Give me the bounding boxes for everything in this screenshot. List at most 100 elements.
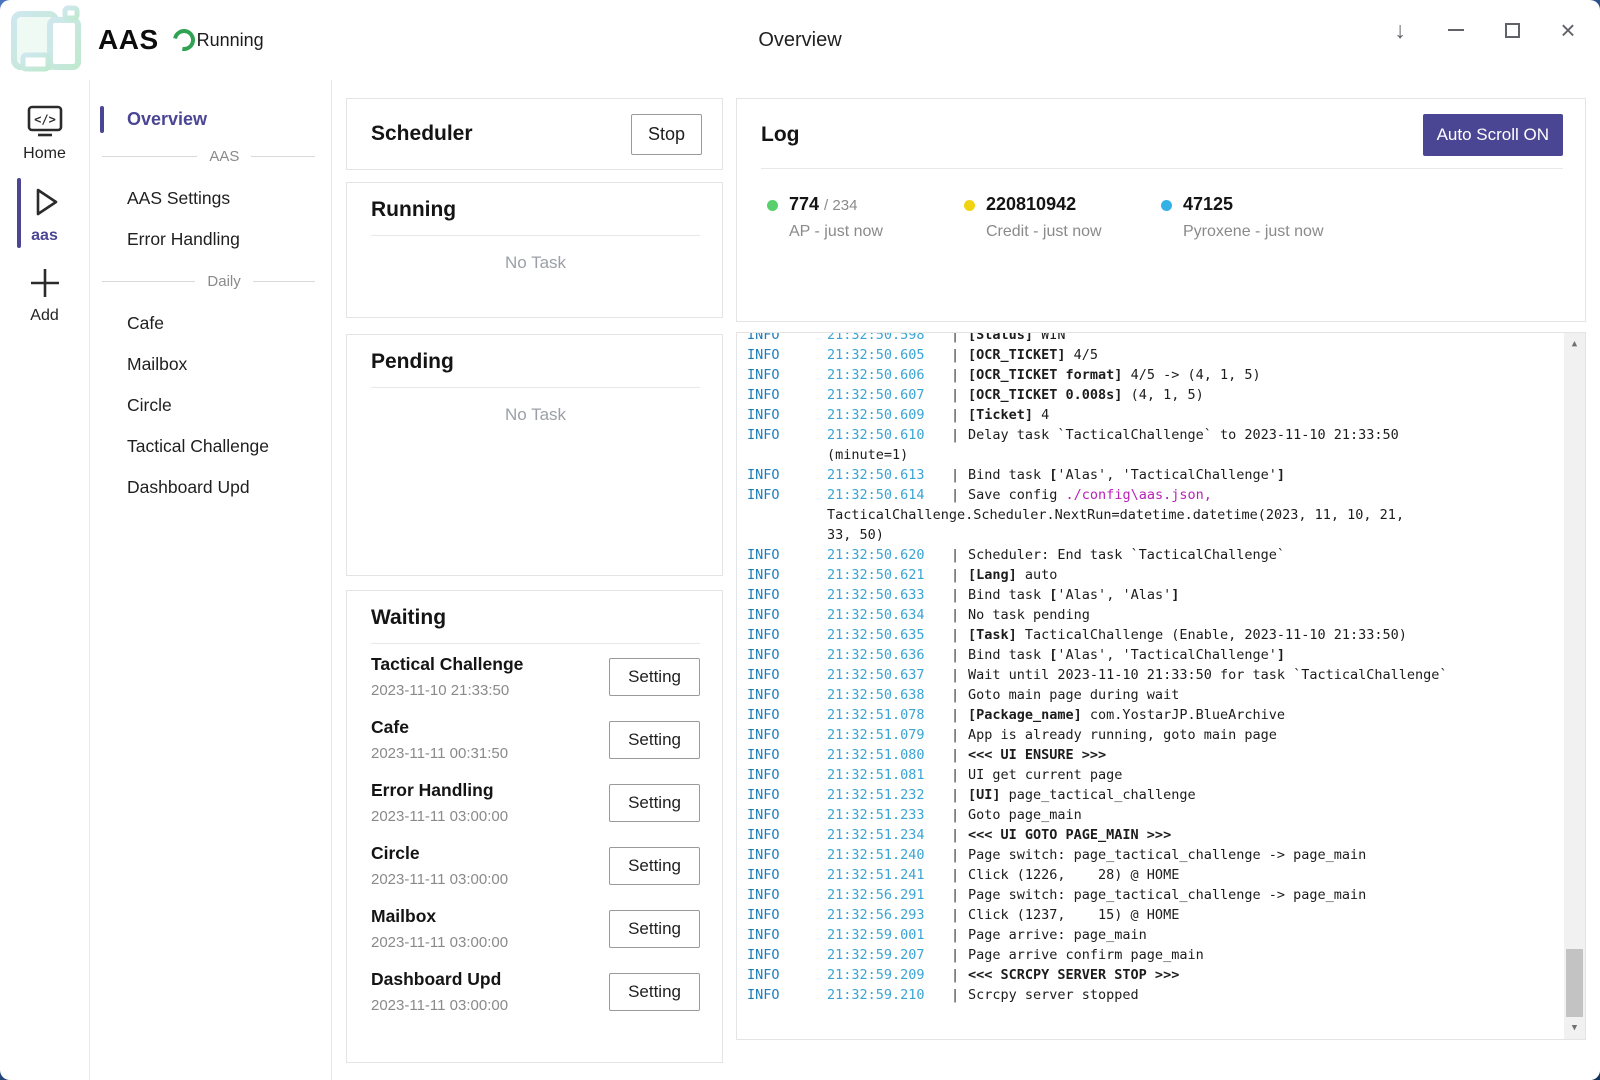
log-card: Log Auto Scroll ON 774/ 234 AP - just no…	[736, 98, 1586, 322]
running-empty-text: No Task	[371, 253, 700, 273]
credit-dot-icon	[964, 200, 975, 211]
waiting-task-row: Cafe 2023-11-11 00:31:50 Setting	[371, 707, 700, 770]
waiting-task-info: Cafe 2023-11-11 00:31:50	[371, 717, 508, 762]
log-line: INFO21:32:50.605|[OCR_TICKET] 4/5	[747, 345, 1551, 365]
brand: AAS Running	[0, 5, 264, 75]
waiting-task-name: Tactical Challenge	[371, 654, 523, 675]
rail-label-aas: aas	[31, 227, 58, 245]
log-scrollbar[interactable]: ▲ ▼	[1564, 333, 1585, 1039]
log-line: INFO21:32:59.209|<<< SCRCPY SERVER STOP …	[747, 965, 1551, 985]
waiting-task-setting-button[interactable]: Setting	[609, 721, 700, 759]
scroll-down-icon[interactable]: ▼	[1564, 1019, 1585, 1037]
log-line: INFO21:32:59.001|Page arrive: page_main	[747, 925, 1551, 945]
scrollbar-thumb[interactable]	[1566, 949, 1583, 1017]
log-line: TacticalChallenge.Scheduler.NextRun=date…	[747, 505, 1551, 525]
log-line: INFO21:32:50.634|No task pending	[747, 605, 1551, 625]
close-button[interactable]: ×	[1552, 14, 1584, 46]
waiting-task-row: Mailbox 2023-11-11 03:00:00 Setting	[371, 896, 700, 959]
log-column: Log Auto Scroll ON 774/ 234 AP - just no…	[736, 98, 1586, 1063]
svg-text:</>: </>	[34, 113, 56, 127]
log-line: INFO21:32:50.614|Save config ./config\aa…	[747, 485, 1551, 505]
scheduler-status: Running	[197, 30, 264, 51]
running-card: Running No Task	[346, 182, 723, 318]
log-line: INFO21:32:50.613|Bind task ['Alas', 'Tac…	[747, 465, 1551, 485]
active-indicator	[100, 106, 104, 133]
stat-ap-value: 774	[789, 194, 819, 214]
rail-label-home: Home	[23, 145, 66, 163]
pending-empty-text: No Task	[371, 405, 700, 425]
log-line: INFO21:32:56.293|Click (1237, 15) @ HOME	[747, 905, 1551, 925]
minimize-button[interactable]	[1440, 14, 1472, 46]
running-spinner-icon	[168, 25, 199, 56]
sidebar-item[interactable]: Error Handling	[90, 219, 331, 260]
auto-scroll-toggle[interactable]: Auto Scroll ON	[1423, 114, 1563, 156]
waiting-task-setting-button[interactable]: Setting	[609, 973, 700, 1011]
sidebar-section-aas: AAS	[102, 148, 315, 165]
stat-ap-suffix: / 234	[824, 197, 857, 214]
rail-label-add: Add	[30, 307, 58, 325]
waiting-task-setting-button[interactable]: Setting	[609, 784, 700, 822]
log-title: Log	[761, 123, 799, 147]
sidebar-item[interactable]: Dashboard Upd	[90, 467, 331, 508]
waiting-task-info: Dashboard Upd 2023-11-11 03:00:00	[371, 969, 508, 1014]
sidebar-item-label: Overview	[127, 109, 207, 129]
hide-window-button[interactable]: ↓	[1384, 14, 1416, 46]
content: Scheduler Stop Running No Task Pending N…	[332, 80, 1600, 1080]
stat-credit-value: 220810942	[986, 194, 1076, 214]
sidebar-item[interactable]: AAS Settings	[90, 178, 331, 219]
log-line: INFO21:32:50.598|[Status] WIN	[747, 332, 1551, 345]
waiting-task-setting-button[interactable]: Setting	[609, 658, 700, 696]
log-line: INFO21:32:51.081|UI get current page	[747, 765, 1551, 785]
sidebar-item[interactable]: Circle	[90, 385, 331, 426]
waiting-task-name: Mailbox	[371, 906, 508, 927]
log-line: INFO21:32:51.232|[UI] page_tactical_chal…	[747, 785, 1551, 805]
waiting-task-next-run: 2023-11-11 00:31:50	[371, 745, 508, 762]
rail-item-aas[interactable]: aas	[0, 172, 89, 254]
app-window: AAS Running Overview ↓ × </> Home	[0, 0, 1600, 1080]
nav-rail: </> Home aas Add	[0, 80, 90, 1080]
waiting-task-row: Error Handling 2023-11-11 03:00:00 Setti…	[371, 770, 700, 833]
waiting-task-setting-button[interactable]: Setting	[609, 847, 700, 885]
waiting-task-name: Circle	[371, 843, 508, 864]
arrow-down-icon: ↓	[1394, 19, 1406, 42]
waiting-task-row: Tactical Challenge 2023-11-10 21:33:50 S…	[371, 644, 700, 707]
sidebar-item[interactable]: Mailbox	[90, 344, 331, 385]
divider-line	[102, 281, 195, 282]
maximize-button[interactable]	[1496, 14, 1528, 46]
log-lines: INFO21:32:50.598|[Status] WININFO21:32:5…	[737, 332, 1585, 1005]
log-line: (minute=1)	[747, 445, 1551, 465]
waiting-task-name: Error Handling	[371, 780, 508, 801]
waiting-task-next-run: 2023-11-10 21:33:50	[371, 682, 523, 699]
log-line: INFO21:32:50.606|[OCR_TICKET format] 4/5…	[747, 365, 1551, 385]
scheduler-title: Scheduler	[371, 122, 473, 146]
waiting-card: Waiting Tactical Challenge 2023-11-10 21…	[346, 590, 723, 1063]
window-controls: ↓ ×	[1384, 14, 1584, 46]
sidebar-section-label: Daily	[207, 273, 240, 290]
sidebar-aas-items: AAS Settings Error Handling	[90, 178, 331, 260]
rail-item-home[interactable]: </> Home	[0, 94, 89, 172]
waiting-task-next-run: 2023-11-11 03:00:00	[371, 871, 508, 888]
log-line: INFO21:32:51.240|Page switch: page_tacti…	[747, 845, 1551, 865]
log-line: INFO21:32:50.607|[OCR_TICKET 0.008s] (4,…	[747, 385, 1551, 405]
waiting-task-info: Mailbox 2023-11-11 03:00:00	[371, 906, 508, 951]
stat-pyroxene: 47125 Pyroxene - just now	[1155, 194, 1352, 241]
sidebar-item-overview[interactable]: Overview	[90, 104, 331, 135]
scroll-up-icon[interactable]: ▲	[1564, 335, 1585, 353]
waiting-task-setting-button[interactable]: Setting	[609, 910, 700, 948]
sidebar: Overview AAS AAS Settings Error Handling…	[90, 80, 332, 1080]
log-line: INFO21:32:50.637|Wait until 2023-11-10 2…	[747, 665, 1551, 685]
log-console[interactable]: INFO21:32:50.598|[Status] WININFO21:32:5…	[736, 332, 1586, 1040]
sidebar-section-label: AAS	[209, 148, 239, 165]
scheduler-stop-button[interactable]: Stop	[631, 114, 702, 155]
log-line: INFO21:32:56.291|Page switch: page_tacti…	[747, 885, 1551, 905]
rail-item-add[interactable]: Add	[0, 254, 89, 334]
stat-pyroxene-label: Pyroxene - just now	[1183, 223, 1324, 241]
log-line: INFO21:32:51.241|Click (1226, 28) @ HOME	[747, 865, 1551, 885]
play-icon	[26, 182, 64, 222]
waiting-task-next-run: 2023-11-11 03:00:00	[371, 997, 508, 1014]
waiting-task-next-run: 2023-11-11 03:00:00	[371, 934, 508, 951]
sidebar-section-daily: Daily	[102, 273, 315, 290]
sidebar-item[interactable]: Cafe	[90, 303, 331, 344]
sidebar-daily-items: Cafe Mailbox Circle Tactical Challenge D…	[90, 303, 331, 508]
sidebar-item[interactable]: Tactical Challenge	[90, 426, 331, 467]
